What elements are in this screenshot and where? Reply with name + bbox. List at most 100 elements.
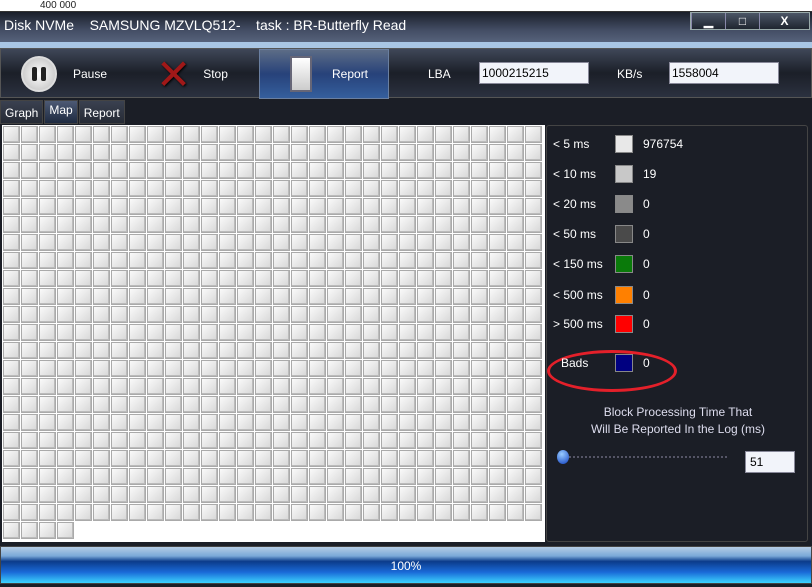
map-block bbox=[111, 180, 128, 197]
map-block bbox=[237, 144, 254, 161]
map-block bbox=[417, 216, 434, 233]
map-block bbox=[273, 396, 290, 413]
map-block bbox=[39, 468, 56, 485]
map-block bbox=[309, 252, 326, 269]
map-block bbox=[3, 486, 20, 503]
map-block bbox=[165, 216, 182, 233]
map-block bbox=[363, 504, 380, 521]
map-block bbox=[453, 468, 470, 485]
map-block bbox=[309, 270, 326, 287]
map-block bbox=[345, 342, 362, 359]
map-block bbox=[381, 306, 398, 323]
map-block bbox=[201, 252, 218, 269]
map-block bbox=[3, 234, 20, 251]
map-block bbox=[93, 432, 110, 449]
map-block bbox=[525, 324, 542, 341]
map-block bbox=[57, 522, 74, 539]
map-block bbox=[273, 234, 290, 251]
pause-button[interactable]: Pause bbox=[21, 49, 107, 99]
map-block bbox=[453, 306, 470, 323]
slider-thumb[interactable] bbox=[557, 450, 569, 464]
lba-field[interactable]: 1000215215 bbox=[479, 62, 589, 84]
map-block bbox=[201, 378, 218, 395]
map-block bbox=[273, 144, 290, 161]
map-block bbox=[75, 432, 92, 449]
map-block bbox=[111, 144, 128, 161]
map-block bbox=[3, 468, 20, 485]
map-block bbox=[57, 288, 74, 305]
map-block bbox=[111, 504, 128, 521]
map-block bbox=[381, 324, 398, 341]
map-block bbox=[165, 198, 182, 215]
map-block bbox=[147, 288, 164, 305]
tab-graph[interactable]: Graph bbox=[0, 100, 44, 124]
map-block bbox=[237, 252, 254, 269]
map-block bbox=[381, 216, 398, 233]
report-button[interactable]: Report bbox=[259, 49, 389, 99]
close-button[interactable]: X bbox=[759, 13, 809, 29]
map-block bbox=[111, 288, 128, 305]
map-block bbox=[381, 342, 398, 359]
map-block bbox=[525, 198, 542, 215]
map-block bbox=[39, 306, 56, 323]
map-block bbox=[291, 360, 308, 377]
map-block bbox=[363, 180, 380, 197]
map-block bbox=[75, 198, 92, 215]
map-block bbox=[165, 288, 182, 305]
map-block bbox=[129, 198, 146, 215]
map-block bbox=[237, 414, 254, 431]
map-block bbox=[525, 378, 542, 395]
map-block bbox=[201, 486, 218, 503]
map-block bbox=[399, 144, 416, 161]
map-block bbox=[219, 144, 236, 161]
map-block bbox=[471, 288, 488, 305]
map-block bbox=[507, 486, 524, 503]
progress-label: 100% bbox=[390, 559, 422, 573]
map-block bbox=[57, 126, 74, 143]
threshold-input[interactable]: 51 bbox=[745, 451, 795, 473]
map-block bbox=[435, 414, 452, 431]
map-block bbox=[147, 252, 164, 269]
map-block bbox=[417, 198, 434, 215]
threshold-slider-track[interactable] bbox=[561, 454, 727, 458]
map-block bbox=[381, 180, 398, 197]
map-block bbox=[93, 144, 110, 161]
map-block bbox=[183, 234, 200, 251]
legend-swatch bbox=[615, 354, 633, 372]
map-block bbox=[57, 468, 74, 485]
map-block bbox=[381, 252, 398, 269]
map-block bbox=[39, 504, 56, 521]
map-block bbox=[327, 486, 344, 503]
map-block bbox=[525, 414, 542, 431]
map-block bbox=[129, 162, 146, 179]
tab-map[interactable]: Map bbox=[44, 100, 78, 124]
map-block bbox=[399, 126, 416, 143]
map-block bbox=[255, 324, 272, 341]
map-block bbox=[489, 504, 506, 521]
map-block bbox=[309, 450, 326, 467]
map-block bbox=[57, 306, 74, 323]
kbs-field[interactable]: 1558004 bbox=[669, 62, 779, 84]
map-block bbox=[165, 504, 182, 521]
map-block bbox=[3, 144, 20, 161]
maximize-button[interactable]: □ bbox=[725, 13, 759, 29]
map-block bbox=[417, 126, 434, 143]
map-block bbox=[75, 450, 92, 467]
map-block bbox=[219, 162, 236, 179]
map-block bbox=[471, 126, 488, 143]
map-block bbox=[435, 144, 452, 161]
map-block bbox=[201, 450, 218, 467]
minimize-button[interactable]: ▁ bbox=[691, 13, 725, 29]
map-block bbox=[39, 396, 56, 413]
map-block bbox=[129, 396, 146, 413]
map-block bbox=[489, 414, 506, 431]
stop-button[interactable]: ✕ Stop bbox=[156, 49, 228, 99]
map-block bbox=[525, 360, 542, 377]
map-block bbox=[273, 414, 290, 431]
map-block bbox=[201, 342, 218, 359]
tab-report[interactable]: Report bbox=[78, 100, 125, 124]
map-block bbox=[75, 396, 92, 413]
map-block bbox=[183, 180, 200, 197]
map-block bbox=[3, 270, 20, 287]
map-block bbox=[237, 486, 254, 503]
